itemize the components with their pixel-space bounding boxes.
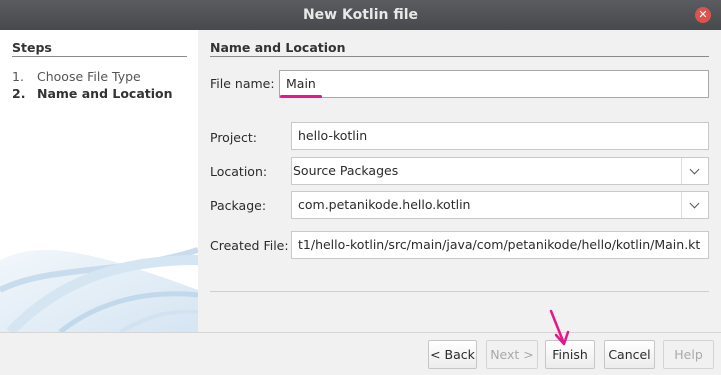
location-select[interactable]: Source Packages — [291, 157, 709, 185]
project-field: hello-kotlin — [291, 122, 709, 150]
steps-divider — [12, 56, 187, 57]
created-file-field: t1/hello-kotlin/src/main/java/com/petani… — [291, 231, 709, 259]
steps-title: Steps — [12, 40, 52, 55]
step-number: 1. — [12, 69, 24, 84]
created-file-value: t1/hello-kotlin/src/main/java/com/petani… — [298, 237, 701, 252]
package-value: com.petanikode.hello.kotlin — [298, 197, 471, 212]
name-and-location-panel: Name and Location File name: Main Projec… — [198, 30, 721, 332]
file-name-value: Main — [286, 76, 316, 91]
location-label: Location: — [210, 164, 268, 179]
steps-panel: Steps 1. Choose File Type 2. Name and Loca… — [0, 30, 198, 332]
file-name-input[interactable]: Main — [279, 70, 709, 98]
window-titlebar: New Kotlin file ✕ — [0, 0, 721, 30]
bottom-divider — [210, 291, 709, 292]
decorative-swoosh-image — [0, 247, 198, 332]
project-value: hello-kotlin — [298, 128, 368, 143]
step-label: Name and Location — [37, 86, 173, 101]
back-button[interactable]: < Back — [428, 340, 477, 369]
step-number: 2. — [12, 86, 26, 101]
step-label: Choose File Type — [37, 69, 141, 84]
next-button[interactable]: Next > — [486, 340, 538, 369]
package-select[interactable]: com.petanikode.hello.kotlin — [291, 191, 709, 219]
package-label: Package: — [210, 198, 267, 213]
annotation-arrow-icon — [549, 309, 570, 346]
chevron-down-icon[interactable] — [681, 158, 708, 184]
window-title: New Kotlin file — [302, 7, 419, 23]
step-name-and-location: 2. Name and Location — [12, 86, 173, 101]
step-choose-file-type: 1. Choose File Type — [12, 69, 141, 84]
cancel-button[interactable]: Cancel — [604, 340, 655, 369]
section-divider — [210, 56, 709, 57]
location-value: Source Packages — [293, 163, 399, 178]
help-button[interactable]: Help — [663, 340, 714, 369]
project-label: Project: — [210, 130, 257, 145]
created-file-label: Created File: — [210, 238, 289, 253]
chevron-down-icon[interactable] — [681, 192, 708, 218]
close-icon[interactable]: ✕ — [695, 7, 711, 23]
file-name-label: File name: — [210, 76, 275, 91]
annotation-underline — [280, 95, 322, 98]
section-title: Name and Location — [210, 40, 346, 55]
